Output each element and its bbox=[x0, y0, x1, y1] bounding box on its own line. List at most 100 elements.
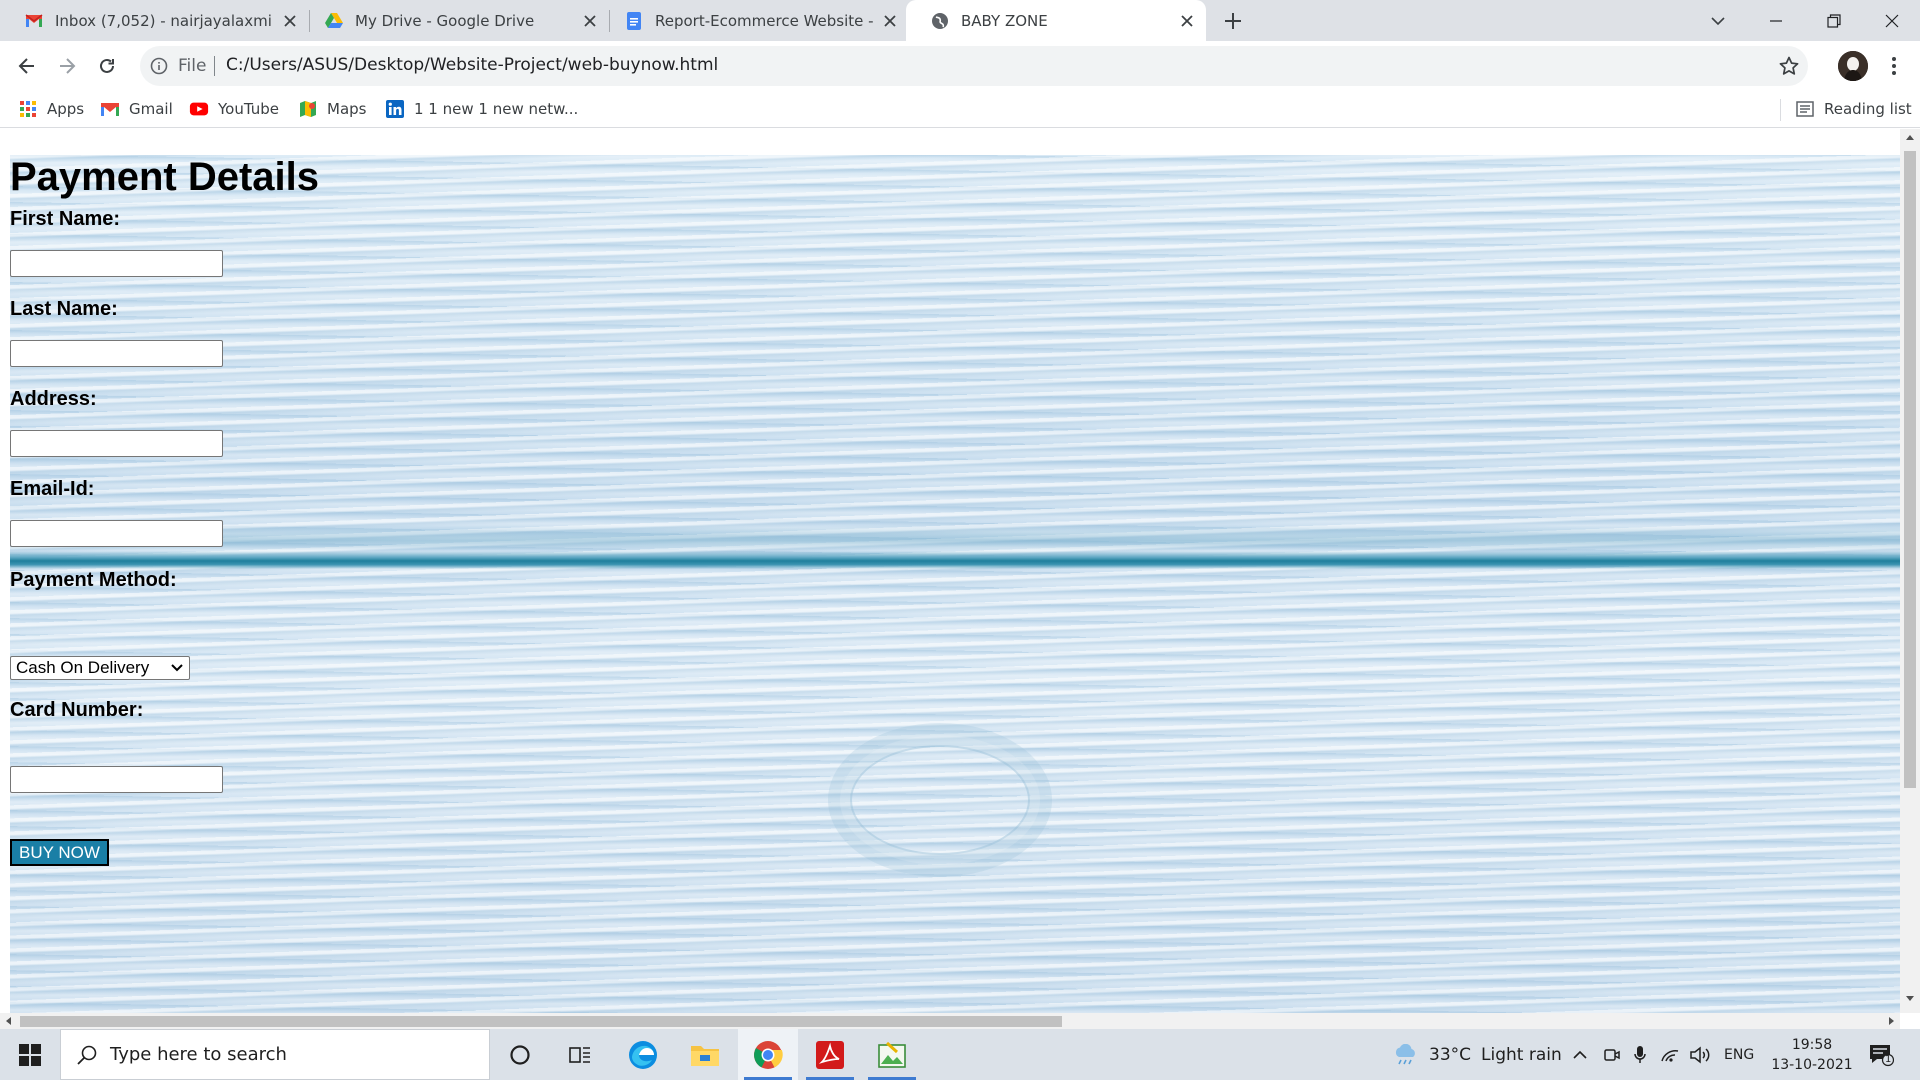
profile-avatar[interactable] bbox=[1838, 51, 1868, 81]
close-window-icon[interactable] bbox=[1864, 0, 1920, 41]
weather-widget[interactable]: 33°C Light rain bbox=[1393, 1029, 1562, 1080]
search-icon bbox=[76, 1044, 98, 1066]
photo-app-icon[interactable] bbox=[862, 1029, 922, 1080]
bookmark-apps[interactable]: Apps bbox=[18, 97, 84, 121]
apps-grid-icon bbox=[18, 99, 38, 119]
bookmark-label: YouTube bbox=[218, 100, 279, 118]
windows-start-icon[interactable] bbox=[0, 1029, 60, 1080]
bookmark-label: Maps bbox=[327, 100, 367, 118]
gmail-icon bbox=[100, 99, 120, 119]
site-info-icon[interactable] bbox=[150, 57, 168, 75]
scroll-right-arrow-icon[interactable] bbox=[1884, 1013, 1898, 1029]
tab-title: Report-Ecommerce Website - Go bbox=[655, 12, 873, 30]
linkedin-icon bbox=[385, 99, 405, 119]
reading-list-icon bbox=[1795, 99, 1815, 119]
reading-list-label: Reading list bbox=[1824, 100, 1912, 118]
minimize-icon[interactable] bbox=[1748, 0, 1804, 41]
reload-icon[interactable] bbox=[93, 52, 121, 80]
wood-grain-band bbox=[10, 525, 1900, 551]
horizontal-scrollbar-thumb[interactable] bbox=[20, 1016, 1062, 1027]
windows-taskbar: Type here to search 33°C Light rain ENG bbox=[0, 1029, 1920, 1080]
url-scheme-label: File bbox=[178, 56, 207, 76]
bookmark-linkedin[interactable]: 1 1 new 1 new netw... bbox=[385, 97, 578, 121]
system-clock[interactable]: 19:58 13-10-2021 bbox=[1764, 1035, 1860, 1075]
language-indicator[interactable]: ENG bbox=[1724, 1029, 1754, 1080]
show-hidden-icons-chevron-icon[interactable] bbox=[1572, 1029, 1588, 1080]
gmail-icon bbox=[24, 11, 44, 31]
first-name-input[interactable] bbox=[10, 250, 223, 277]
tab-close-icon[interactable] bbox=[1176, 10, 1198, 32]
search-placeholder: Type here to search bbox=[110, 1044, 287, 1065]
clock-date: 13-10-2021 bbox=[1771, 1057, 1853, 1073]
notifications-icon[interactable]: 1 bbox=[1868, 1029, 1894, 1080]
email-input[interactable] bbox=[10, 520, 223, 547]
taskbar-search-box[interactable]: Type here to search bbox=[60, 1029, 490, 1080]
globe-icon bbox=[930, 11, 950, 31]
tab-gmail[interactable]: Inbox (7,052) - nairjayalaxmi55@ bbox=[0, 0, 300, 41]
tab-baby-zone[interactable]: BABY ZONE bbox=[906, 0, 1206, 41]
bookmark-gmail[interactable]: Gmail bbox=[100, 97, 173, 121]
cortana-icon[interactable] bbox=[490, 1029, 550, 1080]
browser-tab-strip: Inbox (7,052) - nairjayalaxmi55@ My Driv… bbox=[0, 0, 1920, 41]
restore-icon[interactable] bbox=[1806, 0, 1862, 41]
reading-list-button[interactable]: Reading list bbox=[1795, 97, 1912, 121]
task-view-icon[interactable] bbox=[550, 1029, 610, 1080]
tab-google-drive[interactable]: My Drive - Google Drive bbox=[300, 0, 600, 41]
rain-cloud-icon bbox=[1395, 1043, 1415, 1064]
back-arrow-icon[interactable] bbox=[13, 52, 41, 80]
microphone-icon[interactable] bbox=[1633, 1029, 1647, 1080]
notification-count: 1 bbox=[1885, 1054, 1892, 1065]
maps-icon bbox=[298, 99, 318, 119]
email-label: Email-Id: bbox=[10, 478, 95, 500]
payment-method-select[interactable]: Cash On Delivery bbox=[10, 656, 190, 680]
page-title: Payment Details bbox=[10, 155, 320, 199]
tab-close-icon[interactable] bbox=[279, 10, 301, 32]
bookmark-star-icon[interactable] bbox=[1778, 55, 1800, 77]
address-label: Address: bbox=[10, 388, 97, 410]
card-number-label: Card Number: bbox=[10, 699, 144, 721]
tab-google-docs[interactable]: Report-Ecommerce Website - Go bbox=[600, 0, 900, 41]
bookmark-maps[interactable]: Maps bbox=[298, 97, 366, 121]
volume-icon[interactable] bbox=[1689, 1029, 1711, 1080]
scroll-down-arrow-icon[interactable] bbox=[1900, 991, 1920, 1007]
url-text[interactable]: C:/Users/ASUS/Desktop/Website-Project/we… bbox=[226, 55, 718, 75]
vertical-scrollbar-thumb[interactable] bbox=[1904, 151, 1916, 788]
url-divider bbox=[214, 56, 215, 76]
file-explorer-icon[interactable] bbox=[675, 1029, 735, 1080]
address-bar[interactable]: File C:/Users/ASUS/Desktop/Website-Proje… bbox=[140, 46, 1808, 86]
scroll-left-arrow-icon[interactable] bbox=[2, 1013, 16, 1029]
tab-title: BABY ZONE bbox=[961, 12, 1048, 30]
buy-now-button[interactable]: BUY NOW bbox=[10, 839, 109, 866]
weather-condition: Light rain bbox=[1481, 1044, 1562, 1065]
bookmark-label: Gmail bbox=[129, 100, 173, 118]
last-name-input[interactable] bbox=[10, 340, 223, 367]
vertical-scrollbar[interactable] bbox=[1900, 129, 1920, 1013]
new-tab-plus-icon[interactable] bbox=[1221, 9, 1245, 33]
google-docs-icon bbox=[624, 11, 644, 31]
address-input[interactable] bbox=[10, 430, 223, 457]
tab-close-icon[interactable] bbox=[579, 10, 601, 32]
bookmark-youtube[interactable]: YouTube bbox=[189, 97, 279, 121]
youtube-icon bbox=[189, 99, 209, 119]
chrome-icon[interactable] bbox=[738, 1029, 798, 1080]
wood-grain-stripe bbox=[10, 551, 1900, 569]
acrobat-icon[interactable] bbox=[800, 1029, 860, 1080]
forward-arrow-icon[interactable] bbox=[53, 52, 81, 80]
bookmark-label: 1 1 new 1 new netw... bbox=[414, 100, 579, 118]
tab-search-chevron-icon[interactable] bbox=[1690, 0, 1746, 41]
wifi-icon[interactable] bbox=[1660, 1029, 1680, 1080]
tab-title: My Drive - Google Drive bbox=[355, 12, 535, 30]
edge-icon[interactable] bbox=[613, 1029, 673, 1080]
horizontal-scrollbar[interactable] bbox=[0, 1013, 1900, 1029]
browser-menu-icon[interactable] bbox=[1882, 53, 1906, 79]
scroll-up-arrow-icon[interactable] bbox=[1900, 129, 1920, 145]
tab-title: Inbox (7,052) - nairjayalaxmi55@ bbox=[55, 12, 273, 30]
payment-method-label: Payment Method: bbox=[10, 569, 177, 591]
meet-now-icon[interactable] bbox=[1603, 1029, 1621, 1080]
first-name-label: First Name: bbox=[10, 208, 121, 230]
bookmarks-bar: Apps Gmail YouTube Maps 1 1 new 1 new ne… bbox=[0, 91, 1920, 128]
card-number-input[interactable] bbox=[10, 766, 223, 793]
chevron-down-icon bbox=[170, 662, 184, 674]
tab-close-icon[interactable] bbox=[879, 10, 901, 32]
wood-knot bbox=[850, 745, 1030, 855]
